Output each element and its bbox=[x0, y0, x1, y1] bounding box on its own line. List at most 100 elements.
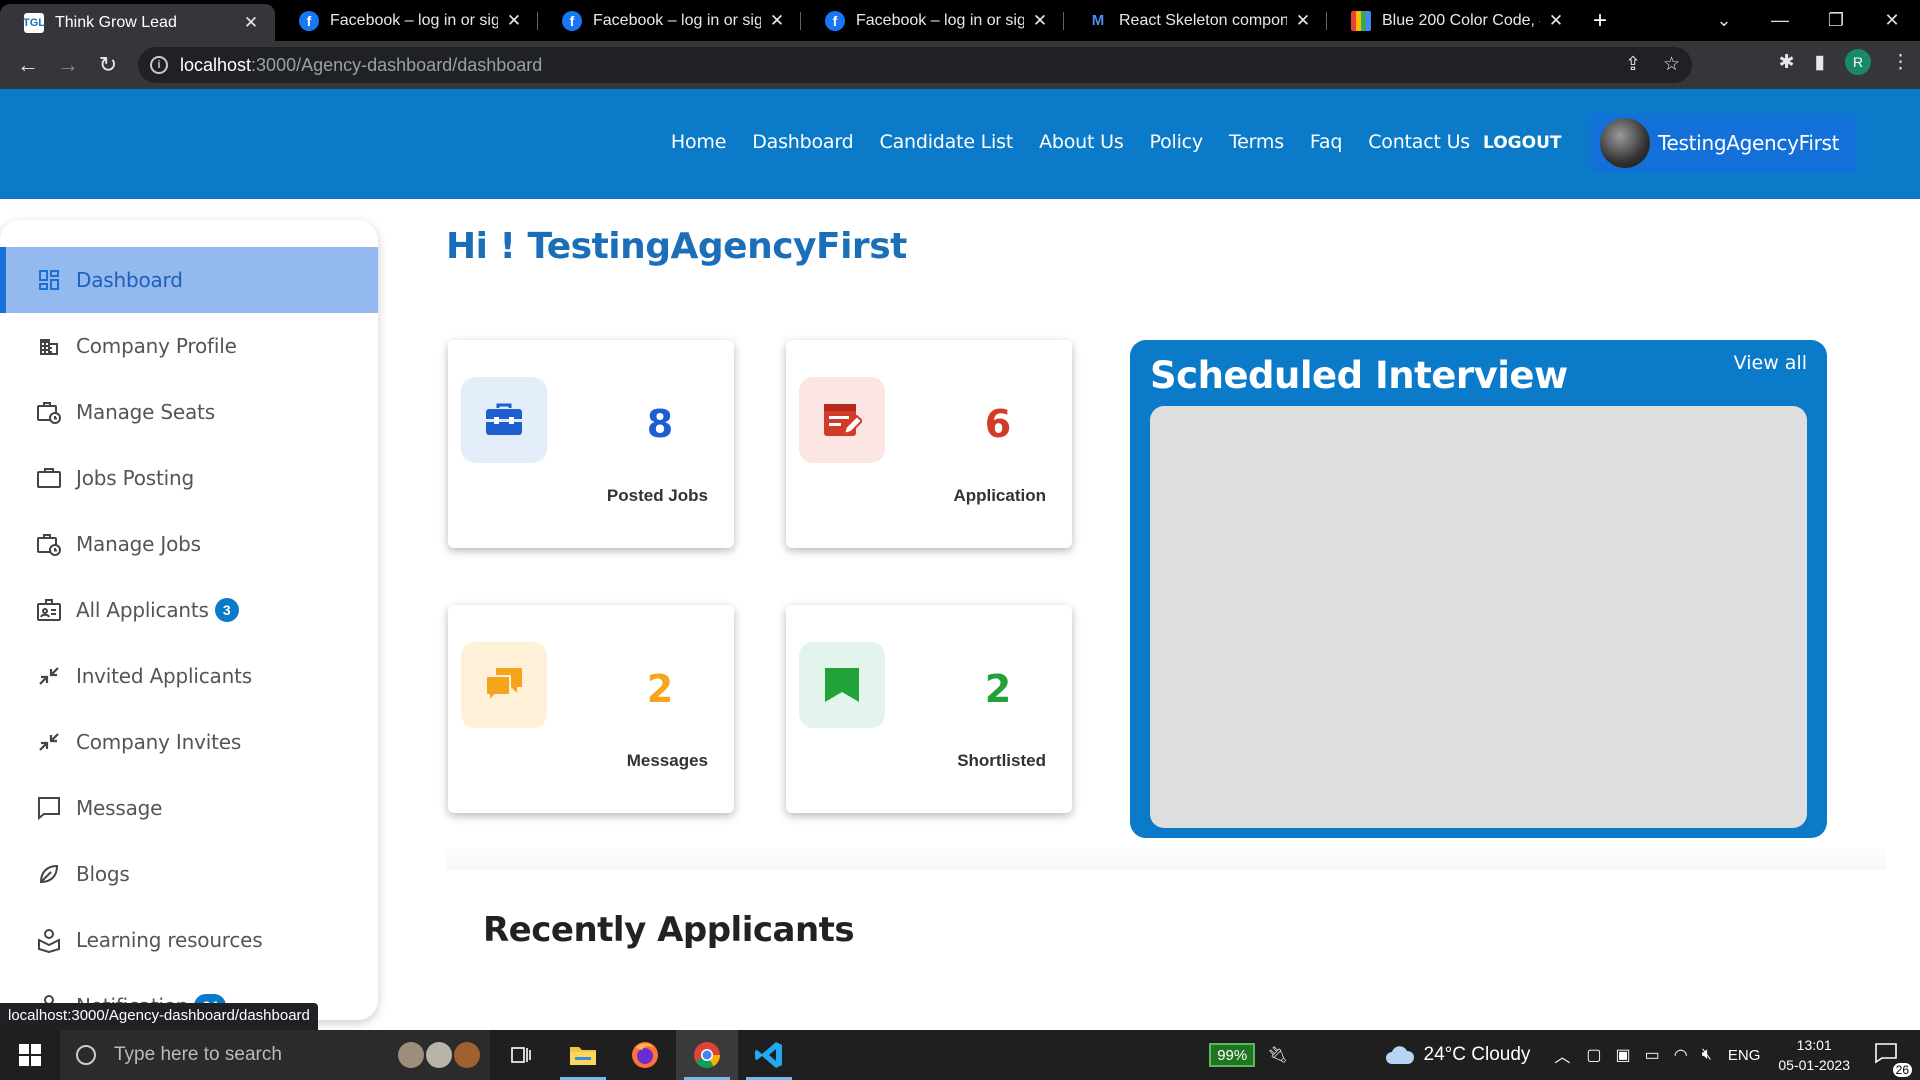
weather-widget[interactable]: 24°C Cloudy bbox=[1384, 1044, 1530, 1066]
stat-card-application[interactable]: 6 Application bbox=[786, 340, 1072, 548]
message-icon bbox=[36, 795, 62, 821]
browser-toolbar: ← → ↻ i localhost:3000/Agency-dashboard/… bbox=[0, 41, 1920, 89]
chrome-icon[interactable] bbox=[676, 1030, 738, 1080]
scheduled-interview-title: Scheduled Interview bbox=[1150, 354, 1568, 397]
back-button[interactable]: ← bbox=[8, 45, 48, 85]
taskbar-search-box[interactable]: Type here to search bbox=[60, 1030, 490, 1080]
tab-facebook-2[interactable]: f Facebook – log in or sign up ✕ bbox=[538, 0, 801, 41]
vscode-icon[interactable] bbox=[738, 1030, 800, 1080]
sidebar-item-blogs[interactable]: Blogs bbox=[0, 841, 378, 907]
bookmark-star-icon[interactable]: ☆ bbox=[1663, 53, 1680, 76]
reload-button[interactable]: ↻ bbox=[88, 45, 128, 85]
shortlisted-count: 2 bbox=[984, 667, 1012, 711]
tab-title: Facebook – log in or sign up bbox=[330, 11, 498, 29]
id-badge-icon bbox=[36, 597, 62, 623]
clock[interactable]: 13:01 05-01-2023 bbox=[1778, 1035, 1850, 1075]
tab-facebook-1[interactable]: f Facebook – log in or sign up ✕ bbox=[275, 0, 538, 41]
close-icon[interactable]: ✕ bbox=[767, 11, 787, 31]
logout-button[interactable]: LOGOUT bbox=[1483, 133, 1561, 153]
tab-facebook-3[interactable]: f Facebook – log in or sign up ✕ bbox=[801, 0, 1064, 41]
file-explorer-icon[interactable] bbox=[552, 1030, 614, 1080]
close-icon[interactable]: ✕ bbox=[504, 11, 524, 31]
side-panel-icon[interactable]: ▮ bbox=[1815, 51, 1825, 74]
sidebar-item-manage-seats[interactable]: Manage Seats bbox=[0, 379, 378, 445]
window-close-button[interactable]: ✕ bbox=[1864, 0, 1920, 41]
sidebar-item-jobs-posting[interactable]: Jobs Posting bbox=[0, 445, 378, 511]
sidebar-item-label: Message bbox=[76, 796, 163, 820]
notification-center-icon[interactable]: 26 bbox=[1874, 1042, 1914, 1077]
search-icon bbox=[76, 1045, 96, 1065]
nav-about-us[interactable]: About Us bbox=[1039, 131, 1124, 153]
tab-blue-200[interactable]: Blue 200 Color Code, # ✕ bbox=[1327, 0, 1580, 41]
sidebar-item-dashboard[interactable]: Dashboard bbox=[0, 247, 378, 313]
avatar bbox=[1600, 118, 1650, 168]
battery-indicator[interactable]: 99% bbox=[1209, 1043, 1256, 1067]
applicants-count-badge: 3 bbox=[214, 598, 239, 622]
application-label: Application bbox=[953, 486, 1046, 505]
search-highlight-icon bbox=[398, 1042, 480, 1068]
minimize-button[interactable]: — bbox=[1752, 0, 1808, 41]
dashboard-icon bbox=[36, 267, 62, 293]
display-icon[interactable]: ▣ bbox=[1616, 1045, 1631, 1065]
chevron-up-icon[interactable]: ︿ bbox=[1554, 1043, 1570, 1067]
sidebar-item-label: All Applicants bbox=[76, 598, 209, 622]
tab-think-grow-lead[interactable]: TGL Think Grow Lead ✕ bbox=[0, 4, 275, 41]
view-all-link[interactable]: View all bbox=[1734, 352, 1807, 374]
nav-contact-us[interactable]: Contact Us bbox=[1368, 131, 1470, 153]
nav-policy[interactable]: Policy bbox=[1150, 131, 1204, 153]
extensions-icon[interactable]: ✱ bbox=[1779, 51, 1795, 74]
sidebar-item-label: Invited Applicants bbox=[76, 664, 252, 688]
sidebar-item-message[interactable]: Message bbox=[0, 775, 378, 841]
tab-react-skeleton[interactable]: M React Skeleton component ✕ bbox=[1064, 0, 1327, 41]
close-icon[interactable]: ✕ bbox=[1546, 11, 1566, 31]
stat-card-messages[interactable]: 2 Messages bbox=[448, 605, 734, 813]
nav-terms[interactable]: Terms bbox=[1229, 131, 1284, 153]
nav-home[interactable]: Home bbox=[671, 131, 727, 153]
restore-button[interactable]: ❐ bbox=[1808, 0, 1864, 41]
nav-dashboard[interactable]: Dashboard bbox=[752, 131, 853, 153]
tab-search-icon[interactable]: ⌄ bbox=[1696, 0, 1752, 41]
user-menu-button[interactable]: TestingAgencyFirst bbox=[1590, 114, 1857, 172]
new-tab-button[interactable]: + bbox=[1580, 0, 1620, 41]
site-header: Home Dashboard Candidate List About Us P… bbox=[0, 89, 1920, 199]
sidebar-item-company-invites[interactable]: Company Invites bbox=[0, 709, 378, 775]
stat-card-posted-jobs[interactable]: 8 Posted Jobs bbox=[448, 340, 734, 548]
menu-kebab-icon[interactable]: ⋮ bbox=[1891, 51, 1910, 74]
sidebar-item-label: Company Invites bbox=[76, 730, 242, 754]
language-indicator[interactable]: ENG bbox=[1728, 1047, 1761, 1064]
meet-now-icon[interactable]: ▢ bbox=[1586, 1045, 1601, 1065]
sidebar-item-company-profile[interactable]: Company Profile bbox=[0, 313, 378, 379]
facebook-icon: f bbox=[825, 10, 845, 31]
browser-tab-strip: TGL Think Grow Lead ✕ f Facebook – log i… bbox=[0, 0, 1920, 41]
sidebar-item-learning-resources[interactable]: Learning resources bbox=[0, 907, 378, 973]
nav-candidate-list[interactable]: Candidate List bbox=[880, 131, 1014, 153]
profile-avatar[interactable]: R bbox=[1845, 49, 1871, 75]
tab-title: Blue 200 Color Code, # bbox=[1382, 11, 1540, 29]
facebook-icon: f bbox=[299, 10, 319, 31]
wifi-icon[interactable]: ◠ bbox=[1674, 1045, 1688, 1065]
forward-button[interactable]: → bbox=[48, 45, 88, 85]
stat-card-shortlisted[interactable]: 2 Shortlisted bbox=[786, 605, 1072, 813]
color-palette-icon bbox=[1351, 10, 1371, 31]
sidebar: Dashboard Company Profile Manage Seats J… bbox=[0, 220, 378, 1020]
sidebar-item-all-applicants[interactable]: All Applicants 3 bbox=[0, 577, 378, 643]
close-icon[interactable]: ✕ bbox=[241, 13, 261, 33]
sidebar-item-manage-jobs[interactable]: Manage Jobs bbox=[0, 511, 378, 577]
site-info-icon[interactable]: i bbox=[150, 56, 168, 74]
battery-icon[interactable]: ▭ bbox=[1645, 1045, 1660, 1065]
sidebar-item-invited-applicants[interactable]: Invited Applicants bbox=[0, 643, 378, 709]
windows-start-button[interactable] bbox=[0, 1030, 60, 1080]
nav-faq[interactable]: Faq bbox=[1310, 131, 1342, 153]
scheduled-interview-panel: Scheduled Interview View all bbox=[1130, 340, 1827, 838]
sidebar-item-label: Jobs Posting bbox=[76, 466, 194, 490]
clock-time: 13:01 bbox=[1796, 1037, 1832, 1053]
task-view-icon[interactable] bbox=[490, 1030, 552, 1080]
share-icon[interactable]: ⇪ bbox=[1625, 53, 1641, 76]
speaker-muted-icon[interactable]: 🔇︎ bbox=[1702, 1046, 1712, 1064]
firefox-icon[interactable] bbox=[614, 1030, 676, 1080]
address-bar[interactable]: i localhost:3000/Agency-dashboard/dashbo… bbox=[138, 47, 1692, 83]
close-icon[interactable]: ✕ bbox=[1030, 11, 1050, 31]
notification-count-badge: 26 bbox=[1892, 1062, 1912, 1077]
close-icon[interactable]: ✕ bbox=[1293, 11, 1313, 31]
main-nav: Home Dashboard Candidate List About Us P… bbox=[671, 131, 1470, 153]
